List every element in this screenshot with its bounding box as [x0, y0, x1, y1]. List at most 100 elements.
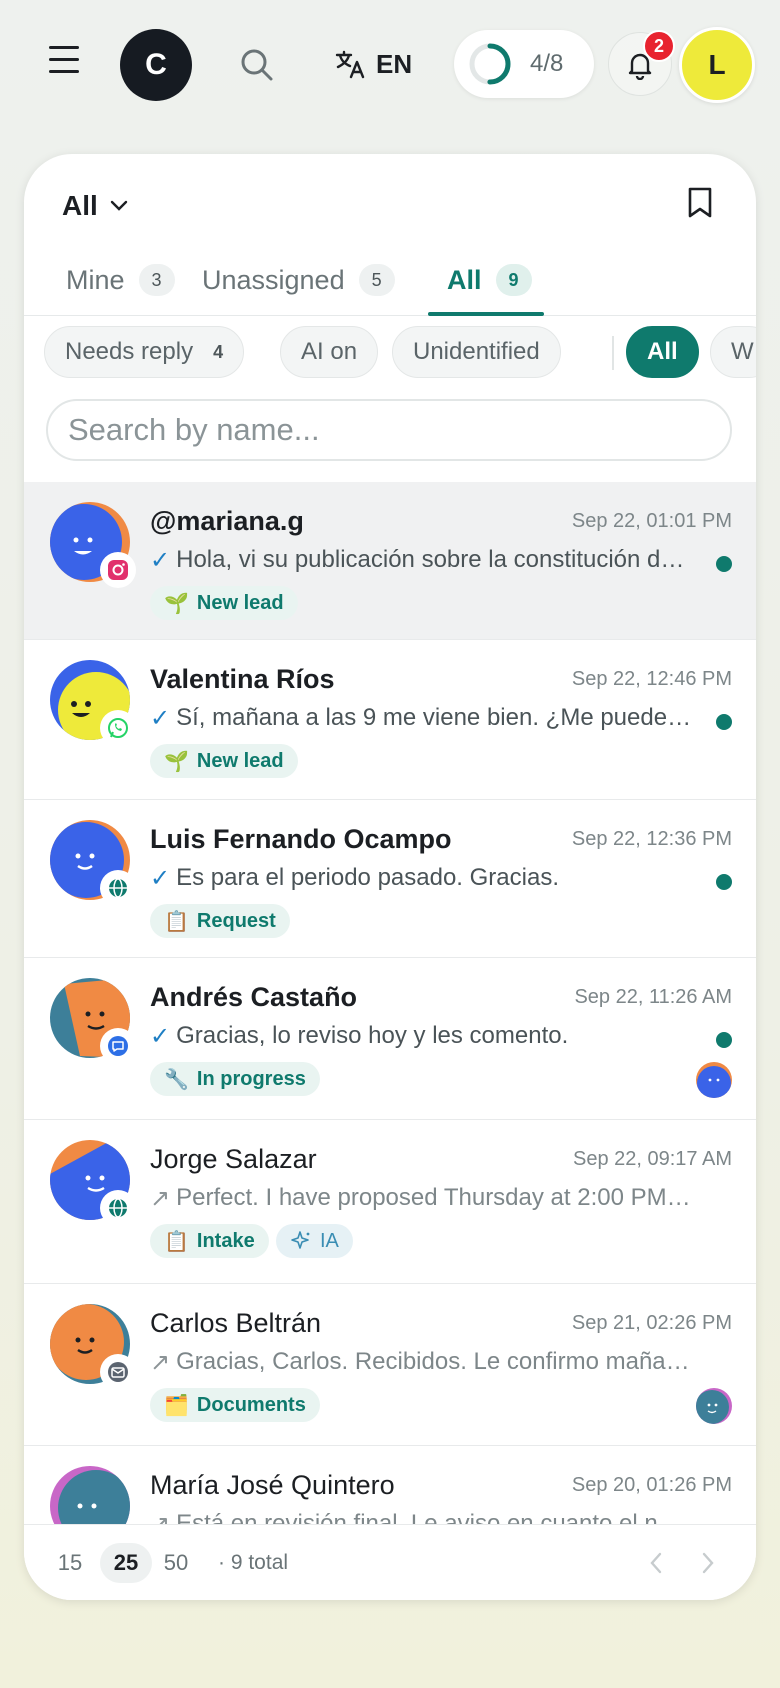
conversation-row[interactable]: Andrés Castaño Sep 22, 11:26 AM ✓ Gracia… [24, 958, 756, 1120]
tab-label: Unassigned [202, 264, 345, 295]
status-tag[interactable]: 🌱 New lead [150, 744, 298, 778]
contact-name: Luis Fernando Ocampo [150, 824, 452, 854]
message-preview: ✓ Gracias, lo reviso hoy y les comento. [150, 1022, 695, 1051]
preview-text: Sí, mañana a las 9 me viene bien. ¿Me pu… [176, 704, 695, 731]
status-tag[interactable]: 🔧 In progress [150, 1062, 320, 1096]
message-time: Sep 22, 01:01 PM [571, 510, 732, 532]
search-icon[interactable] [238, 46, 276, 84]
tag-label: New lead [196, 749, 284, 772]
conversation-row[interactable]: Jorge Salazar Sep 22, 09:17 AM ↗ Perfect… [24, 1120, 756, 1284]
tab-mine[interactable]: Mine 3 [66, 244, 175, 316]
sprout-icon: 🌱 [164, 750, 189, 773]
status-tag[interactable]: 🌱 New lead [150, 586, 298, 620]
ai-tag[interactable]: IA [276, 1224, 353, 1258]
message-preview: ✓ Sí, mañana a las 9 me viene bien. ¿Me … [150, 704, 695, 733]
page-size-50[interactable]: 50 [154, 1543, 198, 1583]
status-tag[interactable]: 📋 Intake [150, 1224, 269, 1258]
chip-unidentified[interactable]: Unidentified [392, 326, 561, 378]
chip-label: All [647, 338, 678, 365]
chip-label: AI on [301, 338, 358, 365]
contact-avatar [50, 1466, 130, 1524]
message-time: Sep 21, 02:26 PM [571, 1312, 732, 1334]
contact-name: María José Quintero [150, 1470, 395, 1500]
unread-dot [716, 874, 732, 890]
tag-label: New lead [196, 591, 284, 614]
message-preview: ↗ Perfect. I have proposed Thursday at 2… [150, 1184, 695, 1213]
instagram-icon [102, 554, 134, 586]
brand-logo[interactable]: C [120, 29, 192, 101]
view-selector[interactable]: All [62, 190, 128, 222]
web-icon [102, 872, 134, 904]
assignee-avatar[interactable] [696, 1388, 732, 1424]
view-label: All [62, 190, 98, 221]
total-count: · 9 total [218, 1551, 289, 1574]
unread-dot [716, 1032, 732, 1048]
message-time: Sep 22, 12:36 PM [571, 828, 732, 850]
hamburger-menu-icon[interactable] [44, 46, 84, 80]
message-preview: ↗ Está en revisión final. Le aviso en cu… [150, 1510, 695, 1524]
translate-icon [335, 50, 365, 79]
message-time: Sep 22, 12:46 PM [571, 668, 732, 690]
search-placeholder: Search by name... [68, 412, 320, 447]
tab-all[interactable]: All 9 [447, 244, 532, 316]
notification-count-badge: 2 [643, 30, 675, 62]
wrench-icon: 🔧 [164, 1068, 189, 1091]
tag-label: In progress [196, 1067, 306, 1090]
contact-name: @mariana.g [150, 506, 304, 536]
chip-w[interactable]: W [710, 326, 756, 378]
page-size-25[interactable]: 25 [100, 1543, 152, 1583]
delivered-check-icon: ✓ [150, 705, 171, 732]
language-label: EN [376, 48, 413, 79]
chevron-right-icon[interactable] [700, 1551, 716, 1582]
tab-unassigned[interactable]: Unassigned 5 [202, 244, 395, 316]
language-switcher[interactable]: EN [334, 44, 412, 84]
conversation-row[interactable]: @mariana.g Sep 22, 01:01 PM ✓ Hola, vi s… [24, 482, 756, 640]
bookmark-icon[interactable] [686, 186, 714, 220]
chevron-left-icon[interactable] [648, 1551, 664, 1582]
unread-dot [716, 714, 732, 730]
preview-text: Gracias, lo reviso hoy y les comento. [176, 1022, 569, 1049]
folder-icon: 🗂️ [164, 1394, 189, 1417]
chip-needs-reply[interactable]: Needs reply 4 [44, 326, 245, 378]
outgoing-arrow-icon: ↗ [150, 1185, 171, 1212]
tag-label: Request [196, 909, 276, 932]
preview-text: Gracias, Carlos. Recibidos. Le confirmo … [176, 1348, 695, 1375]
tab-label: All [447, 264, 482, 295]
search-input[interactable]: Search by name... [46, 399, 732, 461]
top-bar: C EN 4/8 2 L [0, 0, 780, 130]
chip-label: Needs reply [65, 338, 194, 365]
unread-dot [716, 556, 732, 572]
whatsapp-icon [102, 712, 134, 744]
preview-text: Está en revisión final. Le aviso en cuan… [176, 1510, 695, 1524]
user-avatar[interactable]: L [679, 27, 755, 103]
chip-all[interactable]: All [626, 326, 699, 378]
pagination-bar: 15 25 50 · 9 total [24, 1524, 756, 1600]
status-tag[interactable]: 🗂️ Documents [150, 1388, 320, 1422]
message-preview: ↗ Gracias, Carlos. Recibidos. Le confirm… [150, 1348, 695, 1377]
preview-text: Perfect. I have proposed Thursday at 2:0… [176, 1184, 695, 1211]
status-tag[interactable]: 📋 Request [150, 904, 290, 938]
conversation-row[interactable]: Luis Fernando Ocampo Sep 22, 12:36 PM ✓ … [24, 800, 756, 958]
inbox-panel: All Mine 3 Unassigned 5 All 9 Needs repl… [24, 154, 756, 1600]
message-preview: ✓ Es para el periodo pasado. Gracias. [150, 864, 695, 893]
tag-label: Intake [196, 1229, 255, 1252]
conversation-row[interactable]: Valentina Ríos Sep 22, 12:46 PM ✓ Sí, ma… [24, 640, 756, 800]
ai-tag-label: IA [320, 1229, 339, 1252]
tab-count: 3 [138, 264, 175, 296]
progress-text: 4/8 [530, 50, 564, 77]
chip-ai-on[interactable]: AI on [280, 326, 379, 378]
message-time: Sep 22, 11:26 AM [574, 986, 732, 1008]
progress-indicator[interactable]: 4/8 [454, 30, 594, 98]
chip-label: Unidentified [413, 338, 540, 365]
conversation-row[interactable]: Carlos Beltrán Sep 21, 02:26 PM ↗ Gracia… [24, 1284, 756, 1446]
assignee-avatar[interactable] [696, 1062, 732, 1098]
preview-text: Hola, vi su publicación sobre la constit… [176, 546, 695, 573]
chevron-down-icon [110, 200, 127, 211]
outgoing-arrow-icon: ↗ [150, 1349, 171, 1376]
delivered-check-icon: ✓ [150, 865, 171, 892]
tag-label: Documents [196, 1393, 306, 1416]
progress-ring [469, 43, 511, 85]
conversation-row[interactable]: María José Quintero Sep 20, 01:26 PM ↗ E… [24, 1446, 756, 1524]
page-size-15[interactable]: 15 [48, 1543, 92, 1583]
clipboard-icon: 📋 [164, 910, 189, 933]
